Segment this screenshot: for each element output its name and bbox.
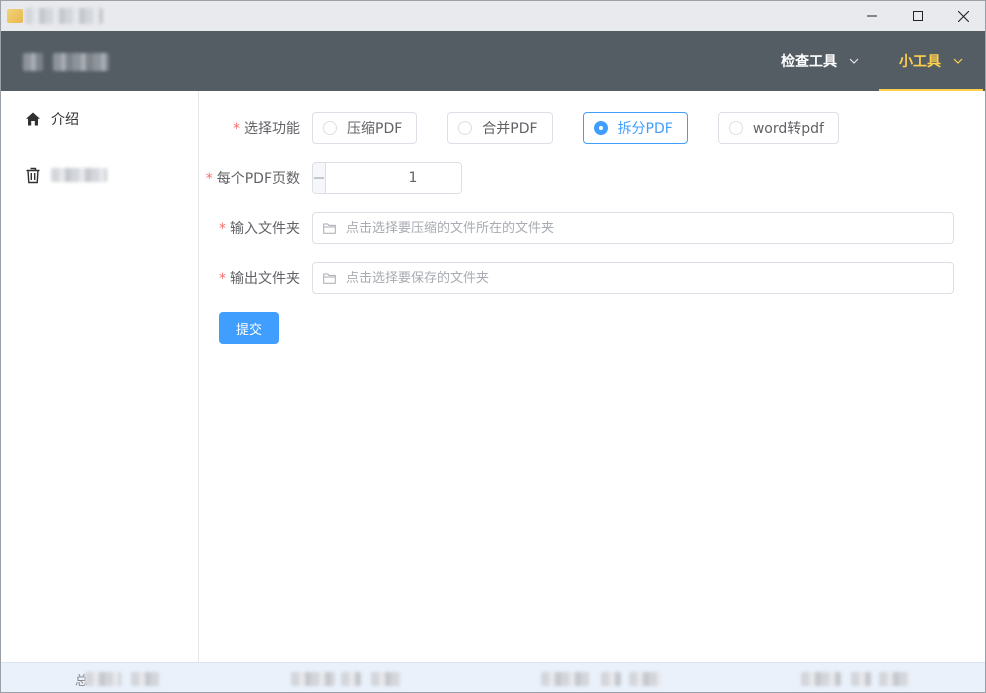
status-item-redacted bbox=[601, 672, 621, 686]
status-item-redacted bbox=[291, 672, 335, 686]
required-mark: * bbox=[219, 271, 226, 287]
window-title-redacted bbox=[25, 8, 103, 24]
submit-button[interactable]: 提交 bbox=[219, 312, 279, 344]
nav-item-check-tools[interactable]: 检查工具 bbox=[761, 31, 879, 91]
output-folder-field[interactable] bbox=[312, 262, 954, 294]
form-label-function: * 选择功能 bbox=[233, 121, 300, 137]
top-nav-menu: 检查工具 小工具 bbox=[761, 31, 983, 91]
app-header: 检查工具 小工具 bbox=[1, 31, 985, 91]
radio-label: word转pdf bbox=[752, 121, 824, 137]
status-item-redacted bbox=[371, 672, 401, 686]
radio-merge-pdf[interactable]: 合并PDF bbox=[447, 112, 553, 144]
form-row-output-folder: * 输出文件夹 bbox=[199, 262, 954, 294]
radio-circle-checked bbox=[593, 121, 608, 135]
required-mark: * bbox=[233, 121, 240, 137]
pages-per-pdf-input[interactable] bbox=[326, 163, 461, 193]
decrement-button[interactable] bbox=[313, 163, 326, 193]
form-row-function: * 选择功能 压缩PDF 合并PDF 拆分PDF word转pdf bbox=[199, 112, 839, 144]
input-folder-input[interactable] bbox=[346, 220, 953, 236]
home-icon bbox=[25, 111, 43, 127]
output-folder-input[interactable] bbox=[346, 270, 953, 286]
tool-form: * 选择功能 压缩PDF 合并PDF 拆分PDF word转pdf * 每个PDF页… bbox=[199, 91, 985, 662]
app-name-redacted bbox=[53, 53, 109, 71]
radio-label: 压缩PDF bbox=[347, 121, 403, 137]
radio-label: 合并PDF bbox=[482, 121, 538, 137]
minimize-button[interactable] bbox=[849, 1, 895, 31]
sidebar-item-label: 介绍 bbox=[51, 112, 79, 128]
folder-icon bbox=[323, 223, 336, 234]
radio-split-pdf[interactable]: 拆分PDF bbox=[582, 112, 688, 144]
pages-per-pdf-stepper bbox=[312, 162, 462, 194]
maximize-icon bbox=[913, 11, 923, 21]
radio-circle bbox=[728, 121, 743, 135]
logo-redacted bbox=[23, 53, 43, 71]
close-icon bbox=[957, 10, 969, 22]
form-label-pages-per-pdf: * 每个PDF页数 bbox=[205, 171, 300, 187]
status-item-redacted bbox=[801, 672, 841, 686]
sidebar: 介绍 bbox=[1, 91, 199, 662]
form-row-pages-per-pdf: * 每个PDF页数 bbox=[199, 162, 462, 194]
form-row-input-folder: * 输入文件夹 bbox=[199, 212, 954, 244]
nav-item-small-tools[interactable]: 小工具 bbox=[879, 31, 983, 91]
minus-icon bbox=[314, 177, 324, 179]
input-folder-field[interactable] bbox=[312, 212, 954, 244]
status-item-redacted bbox=[85, 672, 121, 686]
minimize-icon bbox=[867, 15, 877, 17]
nav-item-label: 检查工具 bbox=[781, 54, 837, 70]
app-window: 检查工具 小工具 介绍 * 选择功能 压缩PDF 合并PDF 拆分PDF wor… bbox=[0, 0, 986, 693]
status-item-redacted bbox=[341, 672, 361, 686]
required-mark: * bbox=[219, 221, 226, 237]
status-item-redacted bbox=[629, 672, 661, 686]
status-item-redacted bbox=[131, 672, 159, 686]
sidebar-item-intro[interactable]: 介绍 bbox=[1, 91, 198, 147]
radio-circle bbox=[323, 121, 337, 135]
radio-compress-pdf[interactable]: 压缩PDF bbox=[312, 112, 418, 144]
chevron-down-icon bbox=[849, 58, 859, 64]
nav-item-label: 小工具 bbox=[899, 54, 941, 70]
status-bar: 总 bbox=[1, 662, 985, 692]
status-item-redacted bbox=[541, 672, 589, 686]
folder-icon bbox=[323, 273, 336, 284]
chevron-down-icon bbox=[953, 58, 963, 64]
radio-circle bbox=[458, 121, 473, 135]
trash-icon bbox=[25, 167, 43, 184]
sidebar-item-redacted[interactable] bbox=[1, 147, 198, 203]
form-label-output-folder: * 输出文件夹 bbox=[219, 271, 300, 287]
form-label-input-folder: * 输入文件夹 bbox=[219, 221, 300, 237]
radio-label: 拆分PDF bbox=[617, 121, 673, 137]
required-mark: * bbox=[205, 171, 213, 187]
status-item-redacted bbox=[879, 672, 909, 686]
close-button[interactable] bbox=[940, 1, 985, 31]
sidebar-item-label-redacted bbox=[51, 168, 107, 182]
maximize-button[interactable] bbox=[895, 1, 941, 31]
status-item-redacted bbox=[851, 672, 871, 686]
title-bar bbox=[1, 1, 985, 31]
radio-word-to-pdf[interactable]: word转pdf bbox=[717, 112, 839, 144]
app-icon bbox=[7, 9, 23, 23]
